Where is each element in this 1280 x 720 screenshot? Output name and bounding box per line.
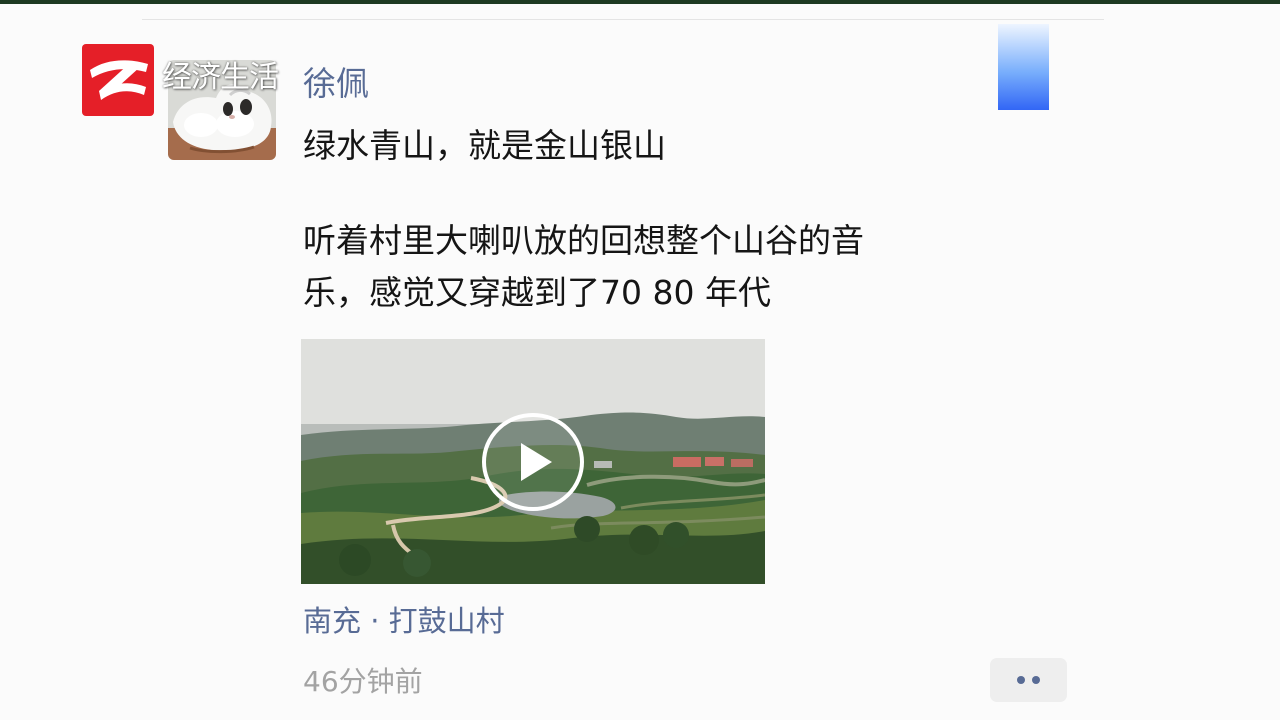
author-name[interactable]: 徐佩	[303, 62, 369, 106]
moment-screen: 经济生活 徐佩 绿水青山，就是金山银山 听着村里大喇叭放的回想整个山谷的音 乐，…	[0, 0, 1280, 720]
blue-accent-tag	[998, 24, 1049, 110]
top-divider	[142, 19, 1104, 20]
play-icon[interactable]	[480, 412, 586, 512]
channel-name: 经济生活	[162, 60, 279, 95]
timestamp: 46分钟前	[303, 665, 423, 698]
zhejiang-tv-logo-icon	[82, 44, 154, 116]
post-text-line-2: 听着村里大喇叭放的回想整个山谷的音 乐，感觉又穿越到了70 80 年代	[303, 221, 864, 312]
top-edge	[0, 0, 1280, 4]
more-icon	[1032, 676, 1040, 684]
location-link[interactable]: 南充 · 打鼓山村	[303, 599, 505, 643]
post-text-line-1: 绿水青山，就是金山银山	[303, 126, 666, 165]
more-button[interactable]	[990, 658, 1067, 702]
more-icon	[1017, 676, 1025, 684]
